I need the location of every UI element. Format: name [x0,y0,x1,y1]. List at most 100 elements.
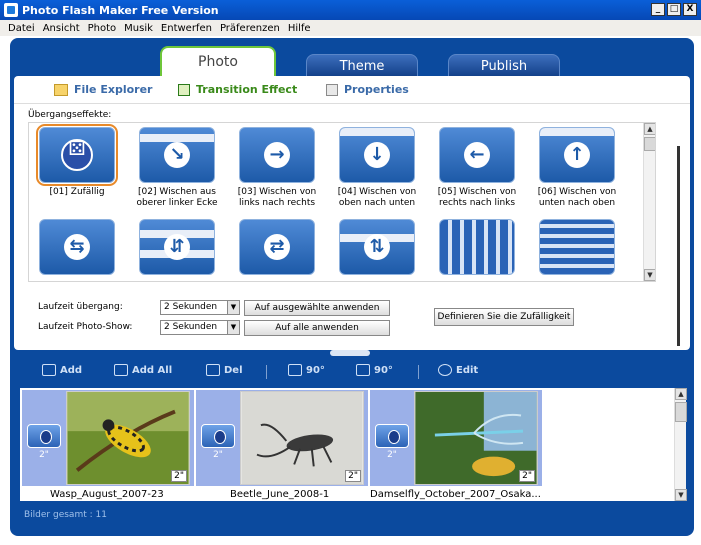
transition-panel: File Explorer Transition Effect Properti… [14,76,690,350]
photo-duration: 2" [519,470,535,482]
subtab-properties[interactable]: Properties [326,83,409,96]
split-horizontal-icon: ⇆ [39,219,115,275]
photo-strip: 2" 2" 2" 2" 2" 2" Wasp_August_2007-23 Be… [20,388,674,501]
photo-thumbnail[interactable]: 2" [414,391,538,485]
transition-duration: 2" [39,450,49,460]
transition-duration: 2" [213,450,223,460]
add-all-label: Add All [132,364,173,376]
add-all-icon [114,364,128,376]
subtab-file-explorer[interactable]: File Explorer [54,83,152,96]
effects-grid: [01] Zufällig ↘ [02] Wischen aus oberer … [28,122,656,282]
close-button[interactable]: X [683,3,697,16]
menu-datei[interactable]: Datei [8,23,35,34]
delete-icon [206,364,220,376]
subtab-transition-effect[interactable]: Transition Effect [178,83,297,96]
transition-marker[interactable]: 2" [200,424,236,460]
split-center-icon: ⇅ [339,219,415,275]
effect-item[interactable] [529,215,625,279]
transition-duration-select[interactable]: 2 Sekunden ▼ [160,300,240,315]
subtab-label: Transition Effect [196,83,298,96]
effect-item[interactable]: ⇆ [29,215,125,279]
chevron-down-icon: ▼ [227,301,239,314]
delete-button[interactable]: Del [206,364,243,376]
transition-duration: 2" [387,450,397,460]
subtab-label: File Explorer [74,83,153,96]
tab-photo[interactable]: Photo [160,46,276,78]
minimize-button[interactable]: _ [651,3,665,16]
transition-marker[interactable]: 2" [374,424,410,460]
window-title: Photo Flash Maker Free Version [22,3,219,17]
effect-label: [06] Wischen von unten nach oben [537,187,617,208]
add-button[interactable]: Add [42,364,82,376]
del-label: Del [224,364,243,376]
scroll-up-icon[interactable]: ▲ [644,123,655,135]
menu-entwerfen[interactable]: Entwerfen [161,23,212,34]
panel-scrollbar[interactable] [677,146,680,346]
collapse-handle[interactable] [330,350,370,356]
effect-item[interactable]: ↑ [06] Wischen von unten nach oben [529,123,625,209]
apply-selected-button[interactable]: Auf ausgewählte anwenden [244,300,390,316]
add-all-button[interactable]: Add All [114,364,172,376]
arrow-down-icon: ↓ [339,127,415,183]
rotate-label: 90° [306,364,325,376]
menu-photo[interactable]: Photo [88,23,117,34]
transition-icon [201,424,235,448]
effects-scrollbar[interactable]: ▲ ▼ [643,123,655,281]
add-label: Add [60,364,83,376]
rotate-label: 90° [374,364,393,376]
define-random-button[interactable]: Definieren Sie die Zufälligkeit [434,308,574,326]
select-value: 2 Sekunden [164,322,218,332]
dice-icon [36,124,118,186]
effect-item[interactable]: ← [05] Wischen von rechts nach links [429,123,525,209]
rotate-cw-button[interactable]: 90° [356,364,393,376]
effect-item[interactable]: ⇅ [329,215,425,279]
effect-item[interactable]: ↘ [02] Wischen aus oberer linker Ecke [129,123,225,209]
folder-icon [54,83,68,96]
subtab-bar: File Explorer Transition Effect Properti… [14,76,690,104]
apply-all-button[interactable]: Auf alle anwenden [244,320,390,336]
effect-label: [03] Wischen von links nach rechts [237,187,317,208]
effect-item[interactable] [429,215,525,279]
arrow-right-icon: → [239,127,315,183]
rotate-ccw-button[interactable]: 90° [288,364,325,376]
maximize-button[interactable]: □ [667,3,681,16]
blinds-horizontal-icon [539,219,615,275]
show-duration-label: Laufzeit Photo-Show: [38,322,133,332]
transition-marker[interactable]: 2" [26,424,62,460]
menu-praeferenzen[interactable]: Präferenzen [220,23,280,34]
properties-icon [326,83,338,96]
edit-icon [438,364,452,376]
title-bar: Photo Flash Maker Free Version _ □ X [0,0,701,20]
photo-name: Wasp_August_2007-23 [50,489,164,500]
photo-thumbnail[interactable]: 2" [66,391,190,485]
blinds-vertical-icon [439,219,515,275]
arrow-down-right-icon: ↘ [139,127,215,183]
show-duration-select[interactable]: 2 Sekunden ▼ [160,320,240,335]
photo-thumbnail[interactable]: 2" [240,391,364,485]
effect-item[interactable]: ↓ [04] Wischen von oben nach unten [329,123,425,209]
menu-ansicht[interactable]: Ansicht [43,23,80,34]
effect-label: [04] Wischen von oben nach unten [337,187,417,208]
edit-button[interactable]: Edit [438,364,478,376]
scroll-down-icon[interactable]: ▼ [675,489,687,501]
tab-theme[interactable]: Theme [306,54,418,78]
rotate-left-icon [288,364,302,376]
menu-hilfe[interactable]: Hilfe [288,23,311,34]
effect-item[interactable]: ⇄ [229,215,325,279]
scroll-down-icon[interactable]: ▼ [644,269,655,281]
photo-duration: 2" [345,470,361,482]
effect-item[interactable]: [01] Zufällig [29,123,125,198]
effects-header: Übergangseffekte: [28,110,112,120]
select-value: 2 Sekunden [164,302,218,312]
scroll-up-icon[interactable]: ▲ [675,388,687,400]
scroll-thumb[interactable] [675,402,687,422]
tab-publish[interactable]: Publish [448,54,560,78]
strip-scrollbar[interactable]: ▲ ▼ [674,388,687,501]
effect-item[interactable]: ⇵ [129,215,225,279]
menu-musik[interactable]: Musik [124,23,153,34]
toolbar-separator [418,365,419,379]
effect-item[interactable]: → [03] Wischen von links nach rechts [229,123,325,209]
photo-name: Damselfly_October_2007_Osaka... [370,489,541,500]
transition-icon [27,424,61,448]
scroll-thumb[interactable] [644,137,655,151]
